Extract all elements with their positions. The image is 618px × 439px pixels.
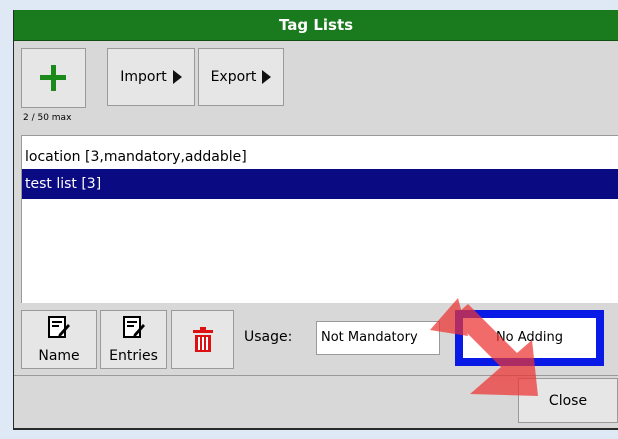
tag-list-box[interactable]: location [3,mandatory,addable] test list… xyxy=(21,135,618,303)
close-button[interactable]: Close xyxy=(518,378,618,423)
name-label: Name xyxy=(38,348,80,364)
add-tag-list-button[interactable] xyxy=(21,48,86,108)
entries-label: Entries xyxy=(109,348,158,364)
adding-field[interactable]: No Adding xyxy=(455,310,604,366)
triangle-right-icon xyxy=(172,70,182,84)
delete-button[interactable] xyxy=(171,310,234,369)
import-label: Import xyxy=(120,69,167,85)
list-count: 2 / 50 max xyxy=(23,113,72,123)
export-button[interactable]: Export xyxy=(198,48,284,106)
entries-button[interactable]: Entries xyxy=(100,310,167,369)
triangle-right-icon xyxy=(262,70,272,84)
edit-icon xyxy=(122,316,146,340)
mandatory-field[interactable]: Not Mandatory xyxy=(316,321,440,355)
edit-icon xyxy=(47,316,71,340)
rename-button[interactable]: Name xyxy=(21,310,97,369)
window-title: Tag Lists xyxy=(14,10,618,41)
export-label: Export xyxy=(210,69,257,85)
import-button[interactable]: Import xyxy=(107,48,195,106)
trash-icon xyxy=(192,326,214,353)
adding-value: No Adding xyxy=(495,330,564,345)
close-label: Close xyxy=(548,392,588,409)
list-item[interactable]: location [3,mandatory,addable] xyxy=(22,142,618,172)
tag-lists-window: Tag Lists Import Export 2 / 50 max locat… xyxy=(13,10,618,430)
usage-label: Usage: xyxy=(244,329,293,345)
list-item-selected[interactable]: test list [3] xyxy=(22,169,618,199)
